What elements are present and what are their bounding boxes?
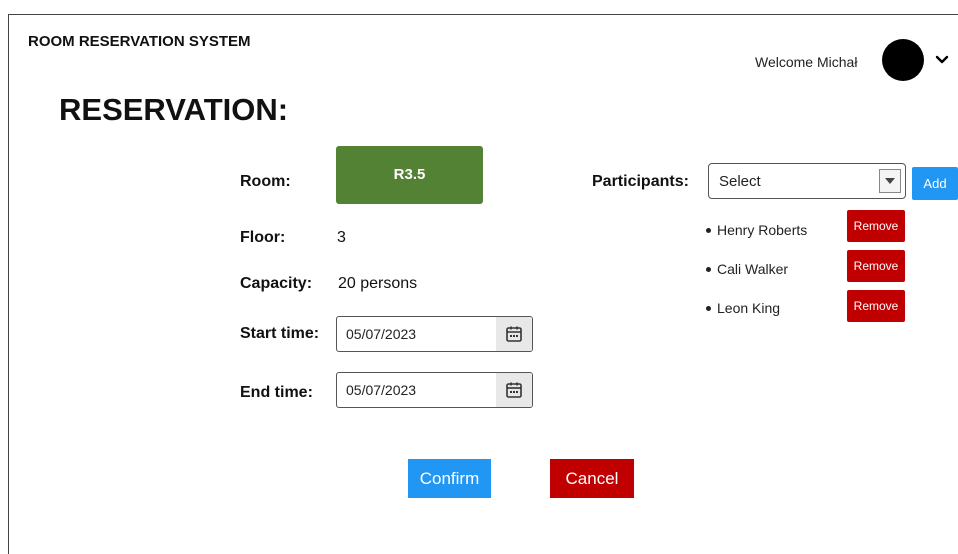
end-time-input[interactable]: 05/07/2023 <box>336 372 533 408</box>
start-time-label: Start time: <box>240 325 320 342</box>
room-label: Room: <box>240 173 291 190</box>
participant-item: Henry Roberts <box>706 222 807 238</box>
participant-name: Henry Roberts <box>717 222 808 238</box>
participant-name: Leon King <box>717 300 781 316</box>
welcome-text: Welcome Michał <box>755 54 858 70</box>
add-participant-button[interactable]: Add <box>912 167 958 200</box>
cancel-button[interactable]: Cancel <box>550 459 634 498</box>
floor-value: 3 <box>337 229 346 246</box>
participant-item: Leon King <box>706 300 780 316</box>
remove-participant-button[interactable]: Remove <box>847 290 905 322</box>
bullet <box>706 227 711 233</box>
avatar[interactable] <box>882 39 924 81</box>
caret-down-icon[interactable] <box>879 169 901 193</box>
room-value: R3.5 <box>393 166 426 183</box>
capacity-label: Capacity: <box>240 275 313 292</box>
end-time-label: End time: <box>240 384 313 401</box>
bullet <box>706 305 711 311</box>
page-title: RESERVATION: <box>59 92 289 127</box>
chevron-down-icon[interactable] <box>934 52 950 68</box>
remove-participant-button[interactable]: Remove <box>847 250 905 282</box>
participant-item: Cali Walker <box>706 261 788 277</box>
remove-participant-button[interactable]: Remove <box>847 210 905 242</box>
end-time-value: 05/07/2023 <box>346 382 417 398</box>
participants-select-value: Select <box>719 173 761 190</box>
calendar-icon[interactable] <box>496 317 532 351</box>
capacity-value: 20 persons <box>338 275 418 292</box>
calendar-icon[interactable] <box>496 373 532 407</box>
start-time-value: 05/07/2023 <box>346 326 417 342</box>
confirm-button[interactable]: Confirm <box>408 459 491 498</box>
floor-label: Floor: <box>240 229 286 246</box>
participants-select[interactable]: Select <box>708 163 906 199</box>
participant-name: Cali Walker <box>717 261 789 277</box>
start-time-input[interactable]: 05/07/2023 <box>336 316 533 352</box>
room-button[interactable]: R3.5 <box>336 146 483 204</box>
app-title: ROOM RESERVATION SYSTEM <box>28 33 251 50</box>
participants-label: Participants: <box>592 173 689 190</box>
bullet <box>706 266 711 272</box>
